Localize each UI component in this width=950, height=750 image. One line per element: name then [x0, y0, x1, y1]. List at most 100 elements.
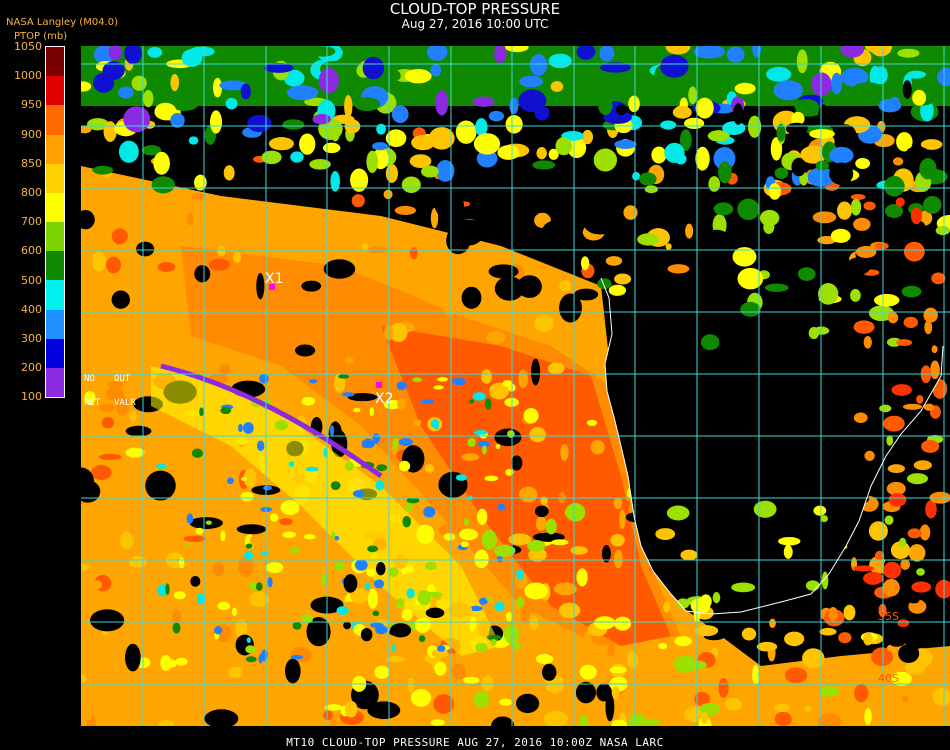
inland-cloud-cell	[935, 225, 950, 236]
low-cloud-cell	[323, 710, 333, 721]
frontal-cell	[423, 506, 436, 518]
clear-sky-gap	[284, 658, 301, 684]
southern-cloud-cell	[545, 518, 557, 535]
frontal-cell	[255, 582, 263, 591]
inland-cloud-cell	[818, 104, 829, 125]
frontal-cell	[507, 430, 515, 438]
frontal-cell	[490, 638, 497, 646]
mid-cloud-cell	[162, 635, 177, 652]
inland-cloud-cell	[833, 124, 857, 147]
low-cloud-cell	[553, 582, 577, 596]
southern-cloud-cell	[701, 711, 708, 724]
eastern-cloud-cell	[863, 571, 884, 585]
eastern-cloud-cell	[887, 633, 907, 647]
mid-cloud-cell	[129, 410, 137, 423]
inland-cloud-cell	[739, 164, 749, 175]
colorbar-tick-label: 1000	[14, 69, 42, 83]
deep-convection-cell	[362, 56, 385, 80]
inland-cloud-cell	[806, 194, 817, 203]
mid-cloud-cell	[419, 679, 428, 686]
mid-cloud-cell	[240, 492, 254, 502]
eastern-cloud-cell	[883, 415, 905, 432]
southern-cloud-cell	[784, 631, 805, 647]
low-cloud-cell	[854, 684, 869, 703]
colorbar-band	[46, 367, 64, 398]
inland-cloud-cell	[739, 334, 755, 350]
inland-cloud-cell	[773, 251, 788, 261]
mid-cloud-cell	[175, 657, 188, 666]
southern-cloud-cell	[778, 536, 801, 546]
inland-cloud-cell	[902, 80, 912, 99]
convective-cell	[309, 159, 331, 170]
low-cloud-cell	[667, 264, 690, 274]
deep-convection-cell	[472, 96, 495, 107]
frontal-cell	[437, 377, 448, 382]
frontal-cell	[261, 551, 269, 556]
convective-cell	[376, 123, 387, 135]
inland-cloud-cell	[793, 99, 819, 111]
southern-cloud-cell	[699, 594, 712, 609]
low-cloud-cell	[157, 261, 176, 272]
convective-cell	[212, 77, 223, 98]
frontal-cell	[256, 440, 265, 452]
low-cloud-cell	[383, 189, 393, 200]
convective-cell	[330, 171, 340, 192]
frontal-cell	[231, 607, 238, 616]
southern-cloud-cell	[481, 529, 497, 550]
low-cloud-cell	[656, 711, 667, 718]
eastern-cloud-cell	[921, 439, 940, 453]
low-cloud-cell	[774, 711, 792, 726]
colorbar-band	[46, 251, 64, 281]
southern-cloud-cell	[863, 632, 873, 646]
frontal-cell	[373, 579, 385, 589]
clear-sky-gap	[461, 286, 482, 309]
frontal-cell	[282, 531, 297, 538]
flag-out: OUT	[114, 374, 131, 384]
clear-sky-gap	[256, 272, 265, 300]
convective-cell	[582, 129, 593, 145]
frontal-cell	[338, 374, 350, 379]
inland-cloud-cell	[759, 209, 780, 227]
low-cloud-cell	[903, 241, 925, 262]
inland-cloud-cell	[785, 122, 808, 135]
clear-sky-gap	[89, 609, 125, 632]
frontal-cell	[484, 475, 499, 482]
inland-cloud-cell	[680, 181, 694, 203]
clear-sky-gap	[323, 259, 356, 279]
frontal-cell	[172, 622, 181, 634]
frontal-cell	[496, 555, 503, 563]
frontal-cell	[185, 542, 190, 547]
mid-cloud-cell	[613, 497, 623, 510]
convective-cell	[497, 145, 520, 160]
inland-cloud-cell	[791, 157, 807, 177]
eastern-cloud-cell	[903, 316, 919, 329]
low-cloud-cell	[409, 247, 418, 260]
mid-cloud-cell	[523, 407, 539, 424]
low-cloud-cell	[109, 203, 117, 212]
frontal-cell	[178, 557, 185, 569]
southern-cloud-cell	[434, 661, 447, 676]
southern-cloud-cell	[360, 627, 373, 642]
inland-cloud-cell	[644, 185, 658, 194]
low-cloud-cell	[529, 426, 546, 443]
convective-cell	[695, 146, 710, 171]
inland-cloud-cell	[718, 235, 731, 250]
eastern-cloud-cell	[930, 360, 940, 380]
eastern-cloud-cell	[888, 493, 907, 507]
frontal-cell	[199, 407, 204, 417]
southern-cloud-cell	[579, 664, 597, 680]
convective-cell	[632, 171, 641, 181]
southern-cloud-cell	[774, 703, 790, 713]
convective-cell	[548, 53, 572, 69]
convective-cell	[651, 146, 667, 164]
mid-cloud-cell	[160, 685, 179, 696]
deep-convection-cell	[529, 54, 548, 77]
convective-cell	[143, 90, 154, 108]
deep-convection-cell	[247, 114, 272, 133]
deep-convection-cell	[518, 89, 547, 113]
eastern-cloud-cell	[883, 561, 902, 579]
clear-sky-gap	[534, 505, 549, 517]
low-cloud-cell	[838, 632, 852, 644]
low-cloud-cell	[558, 602, 581, 619]
southern-cloud-cell	[565, 502, 586, 522]
